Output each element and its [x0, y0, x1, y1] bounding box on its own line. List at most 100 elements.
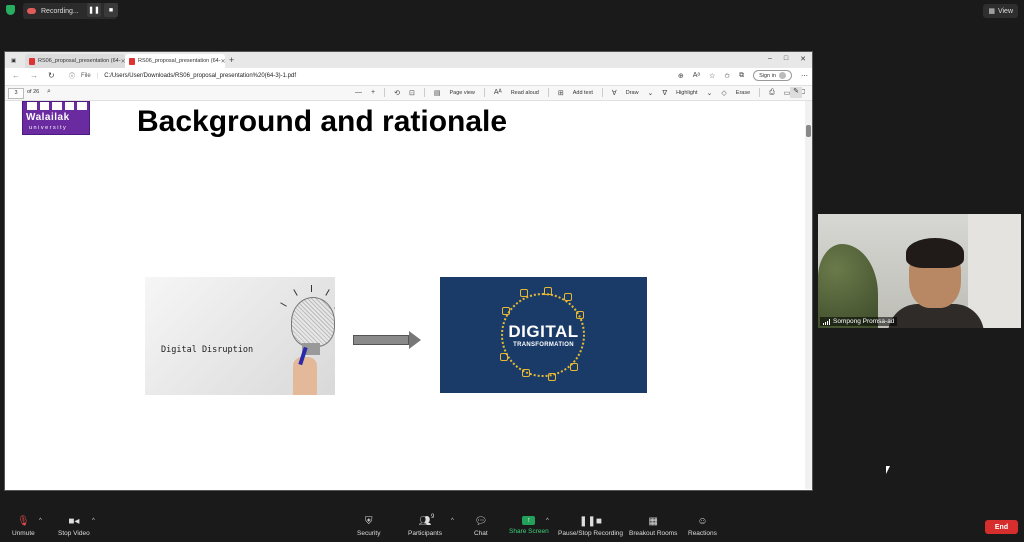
erase-icon: ◇: [721, 89, 727, 97]
fit-page-icon[interactable]: ⊡: [409, 89, 415, 97]
pdf-icon: [129, 57, 135, 65]
chevron-down-icon[interactable]: ⌄: [648, 89, 654, 97]
url-text: C:/Users/User/Downloads/RS06_proposal_pr…: [104, 72, 297, 79]
digital-title: DIGITAL: [508, 322, 579, 341]
tab-label: RS06_proposal_presentation (64-: [38, 58, 121, 64]
share-options-chevron-icon[interactable]: ^: [546, 518, 549, 524]
divider: [601, 88, 603, 97]
unmute-button[interactable]: 🎙︎ Unmute: [12, 516, 35, 537]
digital-disruption-image: Digital Disruption: [145, 277, 335, 395]
participant-name-tag: Sompong Promsa-ad: [820, 317, 898, 326]
back-arrow-icon[interactable]: ←: [12, 71, 20, 80]
url-field[interactable]: ⓘ File | C:/Users/User/Downloads/RS06_pr…: [69, 71, 297, 81]
share-screen-button[interactable]: ↑ Share Screen: [509, 516, 549, 535]
mouse-cursor-icon: [886, 466, 890, 474]
stop-recording-icon[interactable]: ■: [104, 3, 118, 17]
participants-label: Participants: [408, 530, 442, 537]
stop-video-label: Stop Video: [58, 530, 90, 537]
print-icon[interactable]: ⎙: [769, 89, 775, 97]
view-label: View: [997, 7, 1013, 15]
refresh-icon[interactable]: ↻: [48, 71, 55, 80]
tech-icon: [520, 289, 528, 297]
page-scrollbar[interactable]: [805, 101, 812, 489]
favorites-icon[interactable]: ✩: [724, 72, 730, 80]
pdf-page: Walailak university Background and ratio…: [6, 101, 804, 489]
close-tab-icon[interactable]: ✕: [221, 58, 225, 65]
reactions-label: Reactions: [688, 530, 717, 537]
video-options-chevron-icon[interactable]: ^: [92, 518, 95, 524]
slide-title: Background and rationale: [137, 105, 508, 138]
participants-count: 9: [430, 514, 435, 520]
tech-icon: [522, 369, 530, 377]
chevron-down-icon[interactable]: ⌄: [707, 89, 713, 97]
participants-chevron-icon[interactable]: ^: [451, 518, 454, 524]
highlight-button[interactable]: Highlight: [676, 90, 697, 96]
tech-icon: [502, 307, 510, 315]
share-screen-label: Share Screen: [509, 528, 549, 535]
arrow-right-icon: [409, 331, 421, 349]
stop-video-button[interactable]: ■◂ Stop Video: [58, 516, 90, 537]
reactions-button[interactable]: ☺ Reactions: [688, 516, 717, 537]
read-mode-icon[interactable]: Aᵃ: [693, 72, 700, 79]
tech-icon: [570, 363, 578, 371]
more-menu-icon[interactable]: ⋯: [801, 72, 808, 80]
end-meeting-button[interactable]: End: [985, 520, 1018, 534]
tab-actions-icon[interactable]: ▣: [7, 54, 21, 68]
security-button[interactable]: ⛨ Security: [357, 516, 380, 537]
sign-in-button[interactable]: Sign in: [753, 70, 792, 81]
security-label: Security: [357, 530, 381, 537]
search-icon[interactable]: ⌕: [47, 88, 51, 96]
pin-toolbar-icon[interactable]: ✎: [790, 87, 802, 98]
page-view-button[interactable]: Page view: [449, 90, 474, 96]
cloud-record-icon: [27, 8, 36, 14]
zoom-in-button[interactable]: +: [371, 89, 375, 96]
tech-icon: [544, 287, 552, 295]
breakout-rooms-icon: ▦: [648, 516, 658, 527]
collections-icon[interactable]: ⧉: [739, 72, 744, 80]
new-tab-button[interactable]: +: [229, 55, 234, 65]
add-text-icon: ⊞: [557, 89, 564, 97]
browser-tab-active[interactable]: RS06_proposal_presentation (64- ✕: [125, 54, 225, 68]
minimize-button[interactable]: –: [768, 55, 772, 63]
divider: [759, 88, 761, 97]
view-button[interactable]: ▦ View: [983, 4, 1018, 18]
forward-arrow-icon[interactable]: →: [30, 71, 38, 80]
browser-tab[interactable]: RS06_proposal_presentation (64- ✕: [25, 54, 125, 68]
security-shield-icon[interactable]: [6, 5, 15, 15]
meeting-controls: 🎙︎ Unmute ^ ■◂ Stop Video ^ ⛨ Security 👥…: [0, 506, 1024, 542]
add-text-button[interactable]: Add text: [573, 90, 593, 96]
participants-button[interactable]: 👥︎ 9 Participants: [408, 514, 442, 537]
page-number-input[interactable]: 3: [8, 88, 24, 99]
favorite-star-icon[interactable]: ☆: [709, 72, 715, 80]
participant-hair: [906, 238, 964, 268]
signal-strength-icon: [823, 318, 830, 325]
logo-subtext: university: [29, 125, 68, 131]
participants-icon: 👥︎ 9: [418, 514, 435, 527]
page-view-icon: ▤: [433, 89, 441, 97]
pause-stop-recording-button[interactable]: ❚❚■ Pause/Stop Recording: [558, 516, 623, 537]
file-label: File: [81, 72, 91, 79]
chat-button[interactable]: 💬︎ Chat: [474, 516, 488, 537]
participant-name: Sompong Promsa-ad: [833, 318, 895, 325]
info-icon: ⓘ: [69, 74, 76, 80]
tab-label: RS06_proposal_presentation (64-: [138, 58, 221, 64]
video-camera-icon: ■◂: [68, 516, 80, 527]
read-aloud-button[interactable]: Read aloud: [511, 90, 539, 96]
tech-icon: [500, 353, 508, 361]
rotate-icon[interactable]: ⟲: [394, 89, 400, 97]
scrollbar-thumb[interactable]: [806, 125, 811, 137]
pause-recording-icon[interactable]: ❚❚: [87, 3, 101, 17]
participant-video-tile[interactable]: Sompong Promsa-ad: [818, 214, 1021, 328]
erase-button[interactable]: Erase: [736, 90, 750, 96]
breakout-rooms-button[interactable]: ▦ Breakout Rooms: [629, 516, 677, 537]
digital-disruption-text: Digital Disruption: [161, 345, 254, 355]
close-window-button[interactable]: ✕: [800, 55, 806, 63]
audio-options-chevron-icon[interactable]: ^: [39, 518, 42, 524]
pause-recording-label: Pause/Stop Recording: [558, 530, 624, 537]
read-aloud-icon: Aᴬ: [493, 89, 502, 96]
draw-button[interactable]: Draw: [626, 90, 639, 96]
zoom-out-button[interactable]: —: [355, 89, 362, 96]
zoom-icon[interactable]: ⊕: [678, 72, 684, 80]
maximize-button[interactable]: □: [784, 55, 788, 63]
address-actions: ⊕ Aᵃ ☆ ✩ ⧉ Sign in ⋯: [678, 70, 808, 81]
